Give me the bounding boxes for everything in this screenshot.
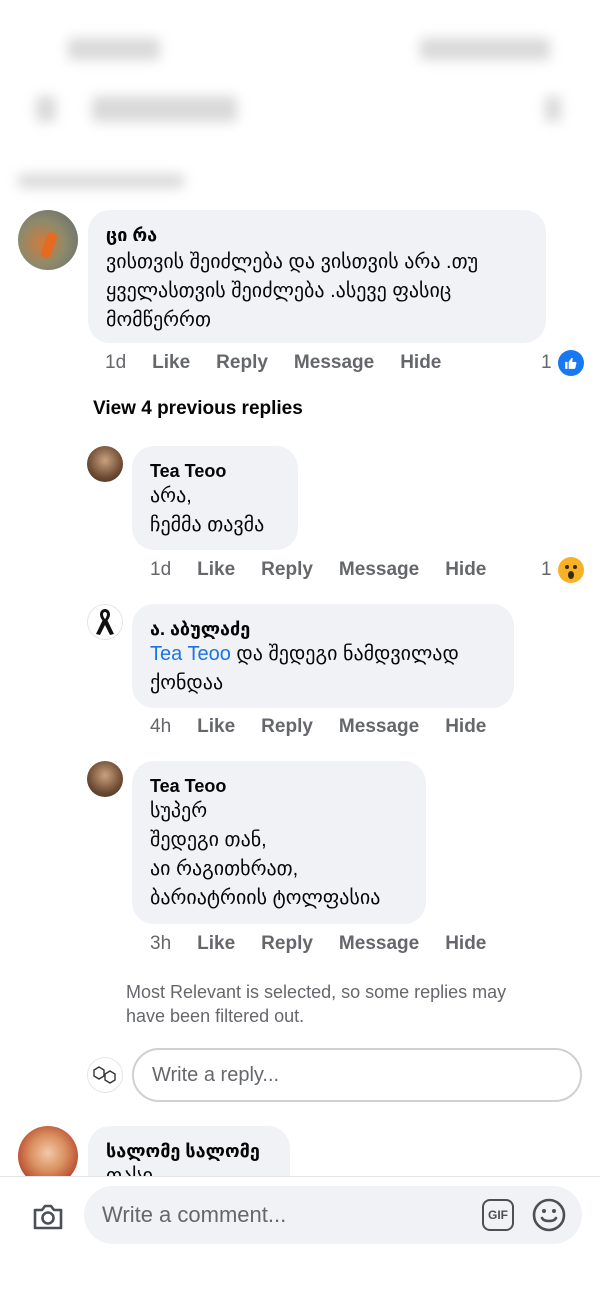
reply-bubble: Tea Teoo არა, ჩემმა თავმა xyxy=(132,446,298,550)
reply-author[interactable]: ა. აბულაძე xyxy=(150,618,496,640)
reply-bubble: ა. აბულაძე Tea Teoo და შედეგი ნამდვილად … xyxy=(132,604,514,708)
molecule-icon xyxy=(93,1066,116,1084)
reply-button[interactable]: Reply xyxy=(261,559,313,581)
comment-author[interactable]: ცი რა xyxy=(106,224,528,246)
hide-button[interactable]: Hide xyxy=(445,933,486,955)
view-previous-replies[interactable]: View 4 previous replies xyxy=(93,398,303,420)
reply-text: არა, ჩემმა თავმა xyxy=(150,485,265,536)
message-button[interactable]: Message xyxy=(294,352,374,374)
gif-label: GIF xyxy=(488,1208,508,1222)
blurred-header-right xyxy=(420,38,550,60)
blurred-title-right xyxy=(545,96,561,122)
mention-link[interactable]: Tea Teoo xyxy=(150,643,231,665)
avatar xyxy=(87,1057,123,1093)
reply-actions: 4h Like Reply Message Hide xyxy=(150,716,512,738)
comment-text: ვისთვის შეიძლება და ვისთვის არა .თუ ყველ… xyxy=(106,251,479,331)
black-ribbon-icon xyxy=(96,609,114,635)
avatar[interactable] xyxy=(87,604,123,640)
hide-button[interactable]: Hide xyxy=(445,716,486,738)
message-button[interactable]: Message xyxy=(339,933,419,955)
reply-input[interactable]: Write a reply... xyxy=(132,1048,582,1102)
reaction-summary[interactable]: 1 xyxy=(541,557,584,583)
message-button[interactable]: Message xyxy=(339,559,419,581)
reply-button[interactable]: Reply xyxy=(261,716,313,738)
comment-input[interactable]: Write a comment... GIF xyxy=(84,1186,582,1244)
emoji-icon[interactable] xyxy=(531,1197,567,1233)
camera-icon[interactable] xyxy=(30,1199,66,1235)
reply-button[interactable]: Reply xyxy=(261,933,313,955)
blurred-header-left xyxy=(68,38,160,60)
hide-button[interactable]: Hide xyxy=(445,559,486,581)
avatar[interactable] xyxy=(87,761,123,797)
comment-author[interactable]: სალომე სალომე xyxy=(106,1140,272,1162)
reply-time[interactable]: 3h xyxy=(150,933,171,955)
like-button[interactable]: Like xyxy=(197,933,235,955)
wow-reaction-icon xyxy=(557,557,584,583)
blurred-title-left xyxy=(36,96,56,122)
message-button[interactable]: Message xyxy=(339,716,419,738)
blurred-subheader xyxy=(18,174,184,188)
reply-button[interactable]: Reply xyxy=(216,352,268,374)
reply-text: Tea Teoo და შედეგი ნამდვილად ქონდაა xyxy=(150,640,496,698)
like-button[interactable]: Like xyxy=(197,559,235,581)
comment-input-placeholder: Write a comment... xyxy=(102,1202,287,1227)
reply-time[interactable]: 4h xyxy=(150,716,171,738)
avatar[interactable] xyxy=(18,210,78,270)
blurred-title xyxy=(92,96,237,122)
filter-note: Most Relevant is selected, so some repli… xyxy=(126,982,507,1026)
reply-bubble: Tea Teoo სუპერ შედეგი თან, აი რაგითხრათ,… xyxy=(132,761,426,924)
gif-icon[interactable]: GIF xyxy=(482,1199,514,1231)
reaction-summary[interactable]: 1 xyxy=(541,350,584,376)
reaction-count: 1 xyxy=(541,352,552,373)
like-button[interactable]: Like xyxy=(197,716,235,738)
avatar-figure xyxy=(39,231,59,259)
reply-author[interactable]: Tea Teoo xyxy=(150,460,280,482)
reply-actions: 1d Like Reply Message Hide xyxy=(150,559,512,581)
comment-bubble: ცი რა ვისთვის შეიძლება და ვისთვის არა .თ… xyxy=(88,210,546,343)
avatar[interactable] xyxy=(87,446,123,482)
comment-time[interactable]: 1d xyxy=(105,352,126,374)
like-reaction-icon xyxy=(557,350,584,376)
hide-button[interactable]: Hide xyxy=(400,352,441,374)
like-button[interactable]: Like xyxy=(152,352,190,374)
reply-actions: 3h Like Reply Message Hide xyxy=(150,933,512,955)
comment-actions: 1d Like Reply Message Hide xyxy=(105,352,467,374)
reaction-count: 1 xyxy=(541,559,552,580)
reply-author[interactable]: Tea Teoo xyxy=(150,775,408,797)
reply-text: სუპერ შედეგი თან, აი რაგითხრათ, ბარიატრი… xyxy=(150,800,381,909)
reply-time[interactable]: 1d xyxy=(150,559,171,581)
